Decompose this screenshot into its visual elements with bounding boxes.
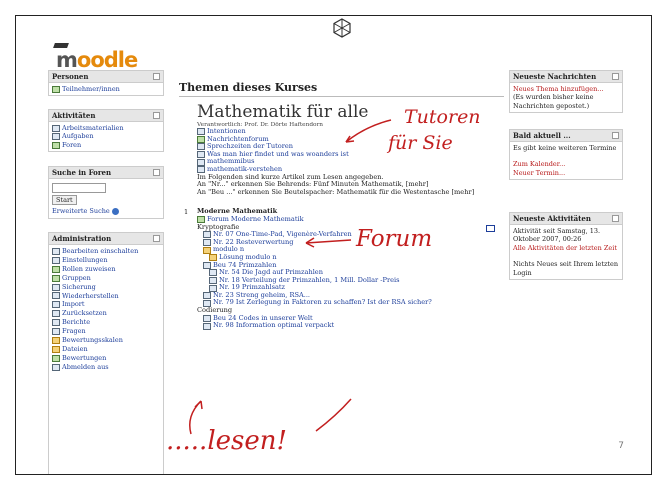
tutoren-arrow [345,119,392,143]
slide-frame: moodle Personen Teilnehmer/innen Aktivit… [15,15,652,475]
lesen-arrow-right [315,398,352,432]
forum-arrow [305,239,352,244]
annotation-forum: Forum [356,226,433,252]
annotation-tutoren: Tutoren [404,106,481,128]
slide-number: 7 [618,441,624,451]
annotation-lesen: .....lesen! [166,426,287,456]
annotation-strokes [189,119,392,435]
annotation-fuer-sie: für Sie [388,132,453,154]
